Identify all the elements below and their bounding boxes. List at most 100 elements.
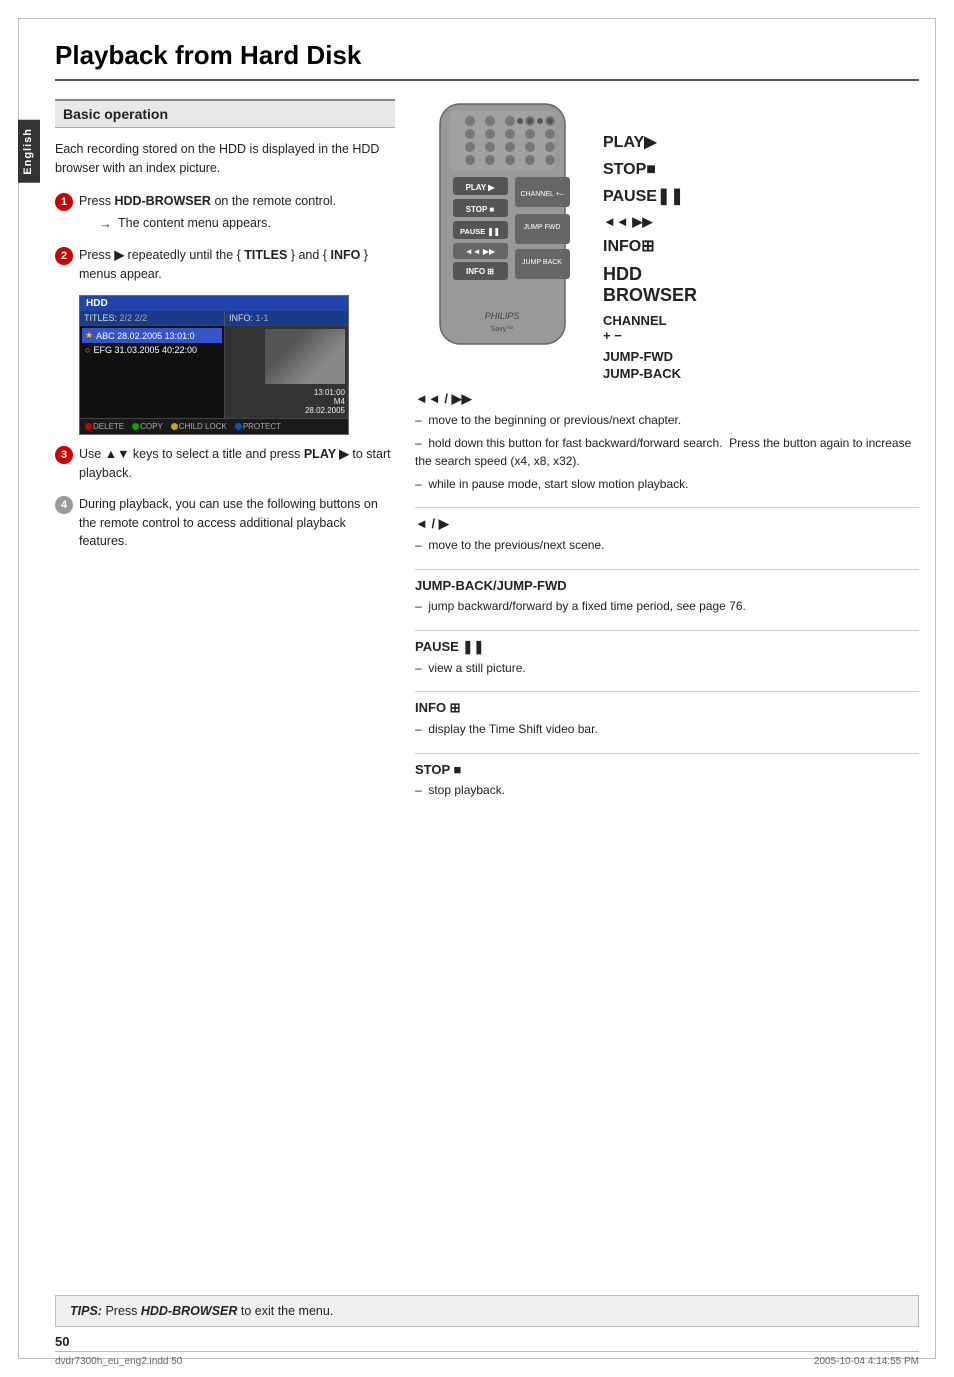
hdd-item1-icon: ★ — [85, 330, 93, 341]
svg-text:PAUSE ❚❚: PAUSE ❚❚ — [460, 227, 500, 237]
tips-text-after: to exit the menu. — [237, 1304, 333, 1318]
step-4-content: During playback, you can use the followi… — [79, 495, 395, 551]
hdd-thumb-info: 13:01:00 M4 28.02.2005 — [305, 388, 345, 415]
detail-info: INFO ⊞ – display the Time Shift video ba… — [415, 700, 919, 739]
hdd-title-bar: HDD — [80, 296, 348, 311]
separator-1 — [415, 507, 919, 508]
page-title: Playback from Hard Disk — [55, 40, 919, 81]
footer-file-info: dvdr7300h_eu_eng2.indd 50 2005-10-04 4:1… — [55, 1351, 919, 1367]
tips-box: TIPS: Press HDD-BROWSER to exit the menu… — [55, 1295, 919, 1327]
hdd-content-area: ★ ABC 28.02.2005 13:01:0 ○ EFG 31.03.200… — [80, 326, 348, 418]
step-3-play: PLAY ▶ — [304, 447, 349, 461]
detail-jump: JUMP-BACK/JUMP-FWD – jump backward/forwa… — [415, 578, 919, 616]
step-2: 2 Press ▶ repeatedly until the { TITLES … — [55, 246, 395, 284]
detail-skipff-item3: – while in pause mode, start slow motion… — [415, 475, 919, 494]
svg-text:PHILIPS: PHILIPS — [485, 311, 520, 321]
step-2-num: 2 — [55, 247, 73, 265]
svg-text:◄◄ ▶▶: ◄◄ ▶▶ — [465, 247, 496, 256]
detail-prev-next: ◄ / ▶ – move to the previous/next scene. — [415, 516, 919, 555]
step-3-num: 3 — [55, 446, 73, 464]
step-1-bold: HDD-BROWSER — [114, 194, 211, 208]
hdd-btn-copy-label: COPY — [140, 422, 163, 431]
left-column: Basic operation Each recording stored on… — [55, 99, 395, 813]
hdd-titles-count-val: 2/2 — [135, 313, 148, 323]
tips-text-before: Press — [105, 1304, 140, 1318]
hdd-btn-childlock: CHILD LOCK — [168, 421, 230, 432]
hdd-item2-text: EFG 31.03.2005 40:22:00 — [93, 345, 197, 355]
step-1-sub: → The content menu appears. — [99, 214, 336, 234]
separator-3 — [415, 630, 919, 631]
step-4: 4 During playback, you can use the follo… — [55, 495, 395, 551]
tips-hdd-browser: HDD-BROWSER — [141, 1304, 238, 1318]
hdd-btn-copy: COPY — [129, 421, 166, 432]
hdd-browser-screenshot: HDD TITLES: 2/2 2/2 INFO: 1-1 ★ — [79, 295, 349, 435]
hdd-list: ★ ABC 28.02.2005 13:01:0 ○ EFG 31.03.200… — [80, 326, 225, 418]
hdd-col-info-header: INFO: 1-1 — [225, 311, 348, 325]
hdd-btn-protect-label: PROTECT — [243, 422, 281, 431]
detail-pause-header: PAUSE ❚❚ — [415, 639, 919, 655]
hdd-titles-label: TITLES: — [84, 313, 117, 323]
stop-label: STOP■ — [603, 156, 697, 183]
hdd-browser-label: HDDBROWSER — [603, 264, 697, 307]
hdd-info-count: 1-1 — [256, 313, 269, 323]
detail-stop-item1: – stop playback. — [415, 781, 919, 800]
hdd-thumb-time: 13:01:00 — [305, 388, 345, 397]
detail-jump-item1: – jump backward/forward by a fixed time … — [415, 597, 919, 616]
hdd-list-item-1: ★ ABC 28.02.2005 13:01:0 — [82, 328, 222, 343]
detail-skipff-item2: – hold down this button for fast backwar… — [415, 434, 919, 471]
hdd-thumb-image — [265, 329, 345, 384]
detail-stop-header: STOP ■ — [415, 762, 919, 777]
detail-skipff-item1: – move to the beginning or previous/next… — [415, 411, 919, 430]
hdd-thumb-date: 28.02.2005 — [305, 406, 345, 415]
step-1-sub-text: The content menu appears. — [118, 214, 271, 233]
jump-fwd-label: JUMP-FWD — [603, 349, 697, 364]
detail-skipff: ◄◄ / ▶▶ – move to the beginning or previ… — [415, 391, 919, 493]
remote-button-labels: PLAY▶ STOP■ PAUSE❚❚ ◄◄ ▶▶ INFO⊞ — [595, 99, 697, 381]
hdd-btn-delete-label: DELETE — [93, 422, 124, 431]
language-tab: English — [18, 120, 40, 183]
play-label: PLAY▶ — [603, 129, 697, 156]
tips-label: TIPS: — [70, 1304, 102, 1318]
right-column: PLAY ▶ STOP ■ PAUSE ❚❚ ◄◄ ▶▶ INFO ⊞ — [415, 99, 919, 813]
separator-5 — [415, 753, 919, 754]
detail-prev-next-header: ◄ / ▶ — [415, 516, 919, 532]
hdd-info-label: INFO: — [229, 313, 253, 323]
step-2-titles: TITLES — [244, 248, 287, 262]
btn-childlock-icon — [171, 423, 178, 430]
jump-back-label: JUMP-BACK — [603, 366, 697, 381]
step-3: 3 Use ▲▼ keys to select a title and pres… — [55, 445, 395, 483]
step-2-content: Press ▶ repeatedly until the { TITLES } … — [79, 246, 395, 284]
hdd-thumbnail: 13:01:00 M4 28.02.2005 — [225, 326, 348, 418]
hdd-thumb-quality: M4 — [305, 397, 345, 406]
step-1: 1 Press HDD-BROWSER on the remote contro… — [55, 192, 395, 234]
svg-text:JUMP BACK: JUMP BACK — [522, 259, 562, 266]
svg-text:STOP ■: STOP ■ — [466, 205, 495, 214]
svg-text:INFO ⊞: INFO ⊞ — [466, 267, 494, 276]
step-1-after: on the remote control. — [211, 194, 336, 208]
hdd-footer: DELETE COPY CHILD LOCK PROTECT — [80, 418, 348, 434]
btn-delete-icon — [85, 423, 92, 430]
detail-info-item1: – display the Time Shift video bar. — [415, 720, 919, 739]
svg-text:Savy™: Savy™ — [491, 326, 514, 333]
detail-stop: STOP ■ – stop playback. — [415, 762, 919, 800]
right-labels-group: HDDBROWSER CHANNEL+ − JUMP-FWD JUMP-BACK — [603, 264, 697, 381]
channel-label: CHANNEL+ − — [603, 313, 697, 343]
hdd-item2-icon: ○ — [85, 345, 90, 355]
detail-pause-item1: – view a still picture. — [415, 659, 919, 678]
info-label: INFO⊞ — [603, 233, 697, 260]
main-columns: Basic operation Each recording stored on… — [55, 99, 919, 813]
hdd-col-titles-header: TITLES: 2/2 2/2 — [80, 311, 225, 325]
page-content: Playback from Hard Disk Basic operation … — [55, 40, 919, 1337]
remote-svg: PLAY ▶ STOP ■ PAUSE ❚❚ ◄◄ ▶▶ INFO ⊞ — [415, 99, 595, 362]
hdd-header-row: TITLES: 2/2 2/2 INFO: 1-1 — [80, 311, 348, 326]
remote-control-image: PLAY ▶ STOP ■ PAUSE ❚❚ ◄◄ ▶▶ INFO ⊞ — [415, 99, 590, 359]
detail-info-header: INFO ⊞ — [415, 700, 919, 716]
btn-copy-icon — [132, 423, 139, 430]
svg-text:CHANNEL +–: CHANNEL +– — [520, 191, 563, 198]
footer-right: 2005-10-04 4:14:55 PM — [814, 1356, 919, 1367]
hdd-btn-childlock-label: CHILD LOCK — [179, 422, 227, 431]
svg-text:PLAY ▶: PLAY ▶ — [466, 183, 496, 192]
remote-with-labels: PLAY ▶ STOP ■ PAUSE ❚❚ ◄◄ ▶▶ INFO ⊞ — [415, 99, 919, 381]
svg-text:JUMP FWD: JUMP FWD — [524, 224, 561, 231]
step-2-info: INFO — [330, 248, 360, 262]
